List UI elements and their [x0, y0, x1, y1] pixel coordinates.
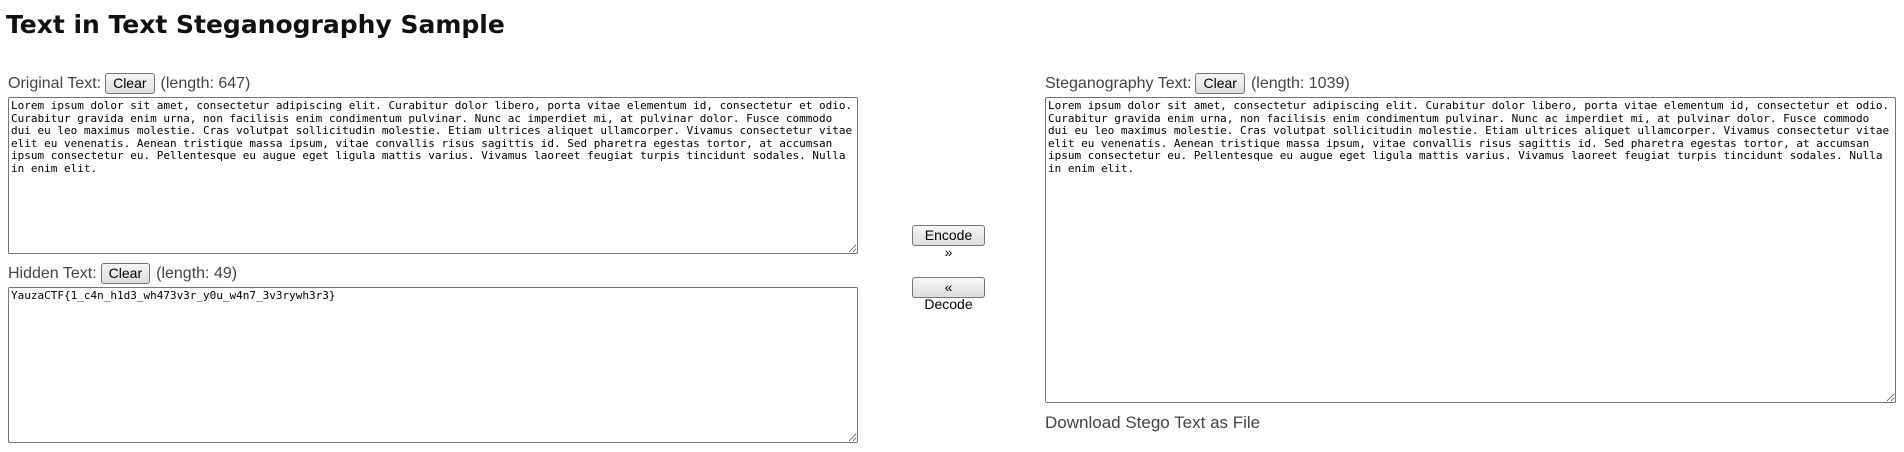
- hidden-text-label: Hidden Text:: [8, 264, 97, 282]
- download-stego-link[interactable]: Download Stego Text as File: [1045, 413, 1260, 433]
- hidden-length-label: (length: 49): [156, 264, 238, 282]
- stego-text-label-row: Steganography Text: Clear (length: 1039): [1045, 73, 1350, 94]
- original-text-label-row: Original Text: Clear (length: 647): [8, 73, 250, 94]
- stego-clear-button[interactable]: Clear: [1195, 73, 1245, 94]
- original-text-label: Original Text:: [8, 74, 102, 92]
- stego-text-label: Steganography Text:: [1045, 74, 1192, 92]
- hidden-clear-button[interactable]: Clear: [100, 263, 151, 284]
- stego-text-input[interactable]: Lorem ipsum dolor sit amet, consectetur …: [1045, 97, 1896, 403]
- original-text-input[interactable]: Lorem ipsum dolor sit amet, consectetur …: [8, 97, 858, 254]
- original-length-label: (length: 647): [160, 74, 251, 92]
- page: Text in Text Steganography Sample Origin…: [0, 0, 1904, 452]
- original-clear-button[interactable]: Clear: [105, 73, 155, 94]
- decode-button[interactable]: « Decode: [912, 277, 985, 312]
- page-title: Text in Text Steganography Sample: [6, 10, 505, 39]
- encode-button[interactable]: Encode »: [912, 225, 985, 260]
- hidden-text-input[interactable]: YauzaCTF{1_c4n_h1d3_wh473v3r_y0u_w4n7_3v…: [8, 287, 858, 443]
- hidden-text-label-row: Hidden Text: Clear (length: 49): [8, 263, 237, 284]
- stego-length-label: (length: 1039): [1250, 74, 1350, 92]
